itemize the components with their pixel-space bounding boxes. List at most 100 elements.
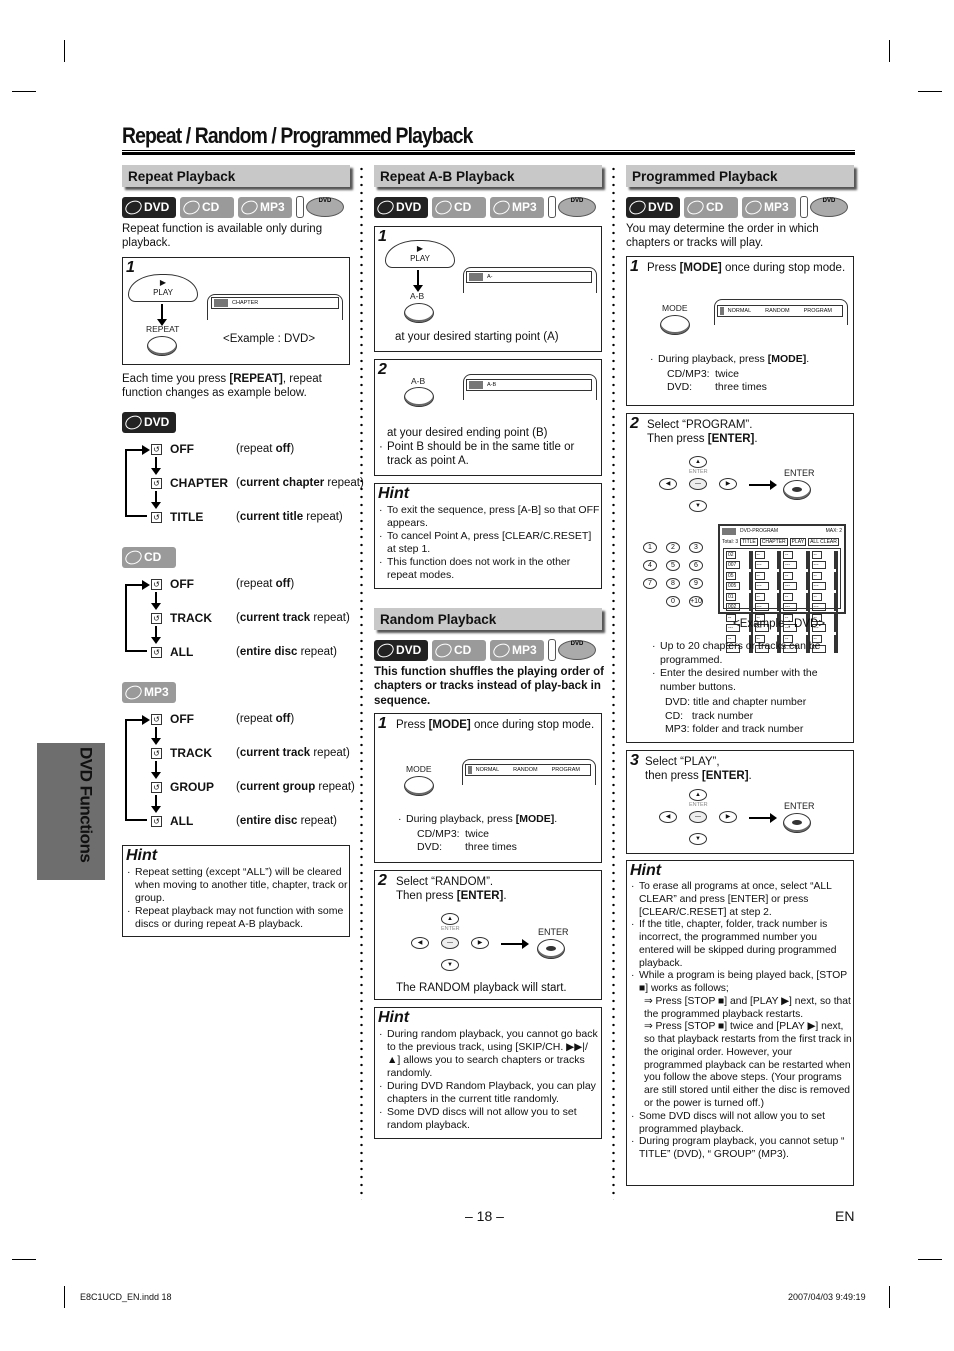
arrow-down-icon (413, 270, 423, 292)
loop-arrow (125, 449, 147, 517)
count-row: CD/MP3: twice (417, 828, 489, 840)
disc-tray-icon: DVD (548, 196, 598, 218)
program-entry: 05 005 (726, 572, 751, 590)
mp3-badge: MP3 (238, 196, 292, 218)
arrow-right-icon (749, 813, 777, 823)
program-entry: -- --- (811, 551, 836, 569)
number-key: 1 (643, 542, 657, 553)
side-tab: DVD Functions (37, 743, 105, 880)
title-rule (122, 150, 855, 155)
repeat-mode-chapter: ↺ CHAPTER (151, 476, 240, 491)
step-text: Select “RANDOM”. (396, 876, 494, 888)
disc-icon (375, 197, 396, 217)
example-label: <Example : DVD> (223, 333, 316, 345)
step-caption: The RANDOM playback will start. (396, 982, 567, 994)
arrow-right-icon (142, 445, 150, 455)
step-note: Point B should be in the same title or t… (378, 440, 600, 469)
count-row: DVD: three times (667, 381, 767, 394)
down-key-icon: ▼ (441, 959, 459, 971)
program-entry: -- --- (783, 572, 808, 590)
repeat-mode-all: ↺ ALL (151, 645, 240, 660)
crop-mark (918, 1259, 942, 1260)
repeat-mode-description: (entire disc repeat) (236, 646, 338, 658)
random-intro: This function shuffles the playing order… (374, 666, 605, 707)
cd-badge: CD (122, 547, 176, 568)
arrow-right-icon (749, 480, 777, 490)
crop-mark (889, 40, 890, 62)
disc-icon (239, 197, 260, 217)
disc-badges: DVD CD MP3 DVD (374, 639, 598, 661)
repeat-mode-off: ↺ OFF (151, 712, 240, 727)
repeat-button-label: REPEAT (146, 324, 180, 334)
random-heading: Random Playback (374, 608, 602, 630)
step-text: Select “PROGRAM”. (647, 419, 753, 431)
up-key-icon: ▲ (689, 456, 707, 468)
repeat-mode-description: (current group repeat) (236, 781, 355, 793)
program-hint-box: Hint To erase all programs at once, sele… (626, 860, 854, 1186)
repeat-mode-off: ↺ OFF (151, 577, 240, 592)
disc-badges: DVD CD MP3 DVD (374, 196, 598, 218)
program-entry: -- --- (783, 593, 808, 611)
repeat-icon (469, 381, 483, 389)
loop-arrow (125, 719, 147, 821)
repeat-mode-description: (current track repeat) (236, 612, 350, 624)
program-entry: -- --- (754, 593, 779, 611)
disc-icon (123, 548, 144, 567)
mp3-badge: MP3 (490, 196, 544, 218)
arrow-down-icon (151, 761, 161, 779)
left-key-icon: ◀ (659, 478, 677, 490)
mode-option: PROGRAM (803, 307, 832, 314)
repeat-icon: ↺ (151, 748, 162, 759)
hint-list: Repeat setting (except “ALL”) will be cl… (126, 866, 348, 931)
step-number: 1 (126, 259, 135, 276)
mode-button (404, 776, 434, 796)
repeat-mode-title: ↺ TITLE (151, 510, 240, 525)
nav-pad: ▲ ENTER ◀ — ▶ ▼ (659, 789, 759, 869)
hint-item: While a program is being played back, [S… (630, 970, 852, 996)
program-screen-button: TITLE (740, 538, 758, 547)
number-key: +10 (689, 596, 703, 607)
arrow-down-icon (151, 727, 161, 745)
program-entry: -- --- (783, 551, 808, 569)
hint-item: Some DVD discs will not allow you to set… (630, 1111, 852, 1137)
mode-screen-bar: NORMAL RANDOM PROGRAM (717, 305, 843, 317)
repeat-mode-track: ↺ TRACK (151, 746, 240, 761)
mode-option: NORMAL (475, 766, 500, 773)
enter-button-label: ENTER (784, 801, 815, 811)
example-label: <Example : DVD> (733, 618, 826, 630)
crop-mark (12, 1259, 36, 1260)
program-screen-title: DVD-PROGRAM (740, 528, 779, 535)
repeat-icon: ↺ (151, 512, 162, 523)
hint-title: Hint (378, 485, 410, 502)
dvd-badge: DVD (374, 639, 428, 661)
cd-badge: CD (432, 196, 486, 218)
step-number: 2 (378, 872, 387, 889)
program-screen-button: CHAPTER (759, 538, 788, 547)
hint-item: Repeat playback may not function with so… (126, 905, 348, 931)
hint-item: To cancel Point A, press [CLEAR/C.RESET]… (378, 530, 600, 556)
disc-icon (491, 640, 512, 660)
program-heading: Programmed Playback (626, 165, 854, 187)
number-key: 2 (666, 542, 680, 553)
step-text: Then press [ENTER]. (396, 890, 507, 902)
program-screen-button: PLAY (789, 538, 807, 547)
down-key-icon: ▼ (689, 833, 707, 845)
play-button: ▶ PLAY (128, 274, 198, 302)
right-key-icon: ▶ (719, 811, 737, 823)
step-number: 2 (630, 415, 639, 432)
repeat-heading: Repeat Playback (122, 165, 350, 187)
hint-item: ⇒ Press [STOP ■] and [PLAY ▶] next, so t… (644, 995, 851, 1020)
screen-bar: CHAPTER (211, 297, 339, 309)
disc-badges: DVD CD MP3 DVD (122, 196, 346, 218)
hint-item: During program playback, you cannot setu… (630, 1136, 852, 1162)
footer-timestamp: 2007/04/03 9:49:19 (788, 1292, 866, 1302)
hint-title: Hint (378, 1009, 410, 1026)
random-step1-box: 1 Press [MODE] once during stop mode. MO… (374, 713, 602, 863)
hint-item: During DVD Random Playback, you can play… (378, 1080, 600, 1106)
step-number: 3 (630, 752, 639, 769)
ab-button (404, 387, 434, 407)
crop-mark (12, 91, 36, 92)
arrow-down-icon (151, 626, 161, 644)
up-key-icon: ▲ (689, 789, 707, 801)
hint-item: Repeat setting (except “ALL”) will be cl… (126, 866, 348, 905)
